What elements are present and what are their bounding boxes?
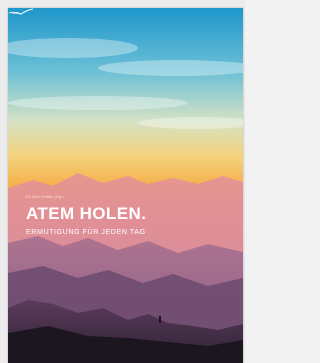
editor-credit: Eli Dom Politis (Hg.): [26, 194, 64, 199]
book-cover[interactable]: Eli Dom Politis (Hg.) ATEM HOLEN. ERMUTI…: [8, 8, 243, 363]
cover-artwork: [8, 8, 243, 363]
book-title: ATEM HOLEN.: [26, 204, 147, 223]
hiker-silhouette-icon: [158, 315, 162, 323]
book-subtitle: ERMUTIGUNG FÜR JEDEN TAG: [26, 227, 146, 236]
bird-logo-icon: [8, 8, 34, 15]
page-background: Eli Dom Politis (Hg.) ATEM HOLEN. ERMUTI…: [0, 0, 245, 363]
